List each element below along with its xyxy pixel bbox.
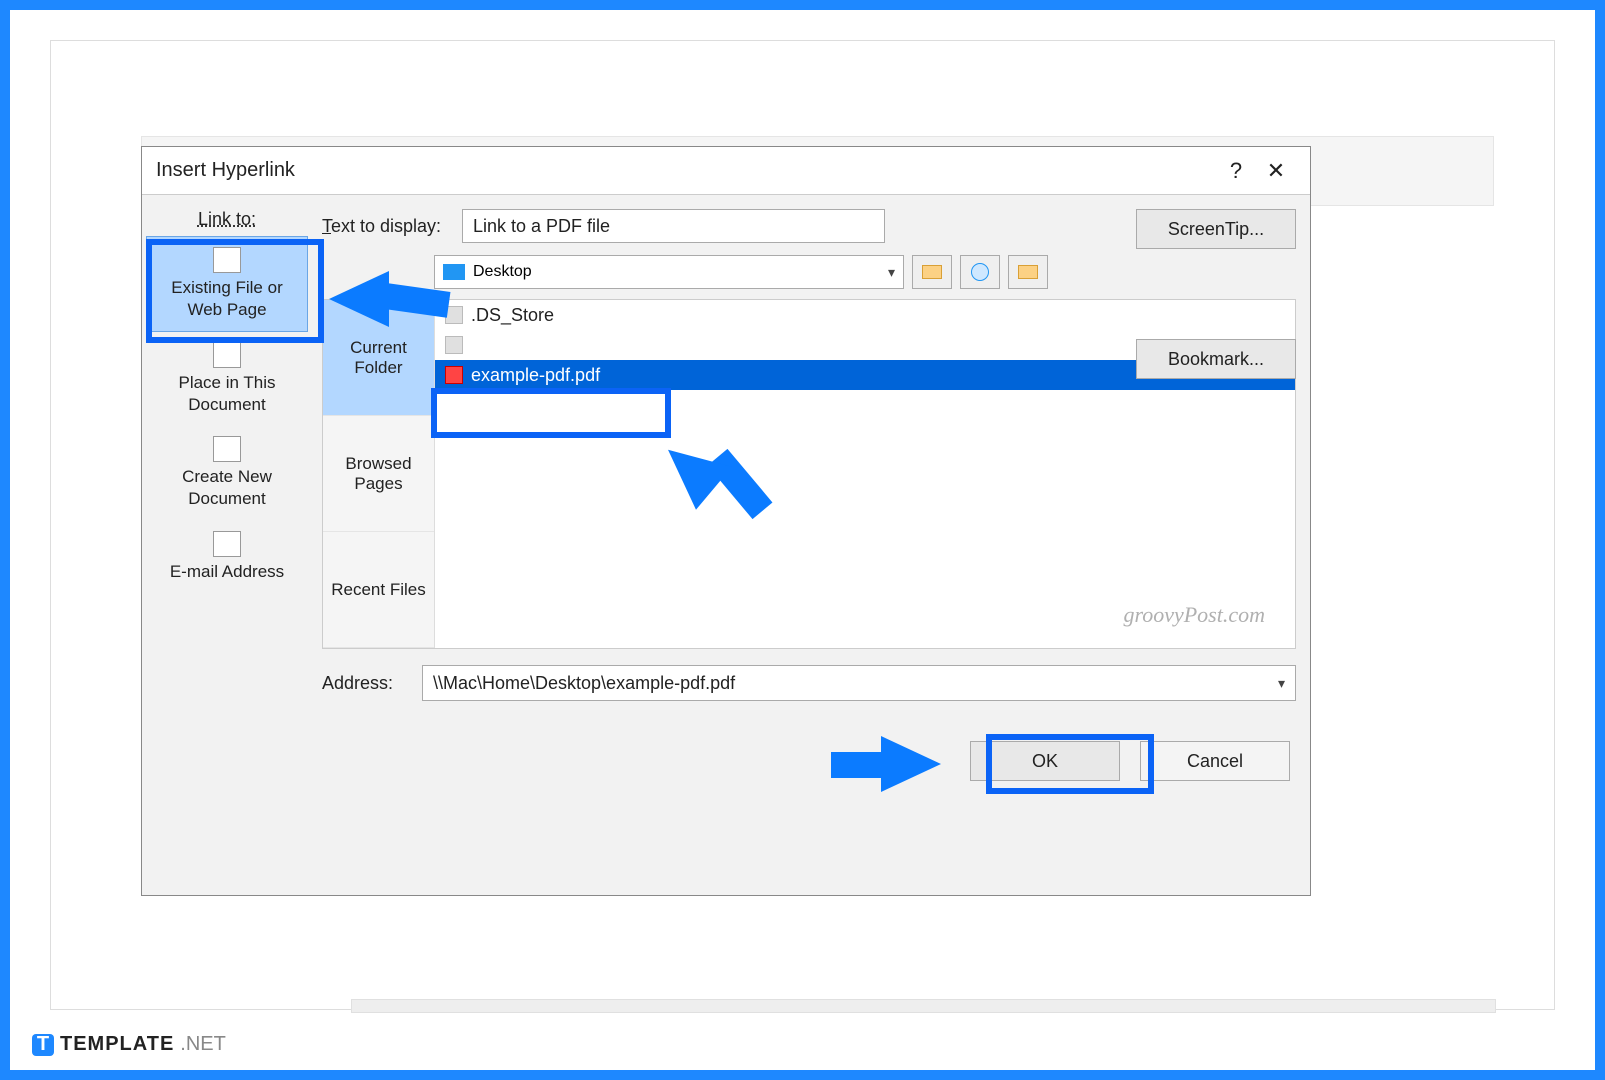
- dialog-titlebar: Insert Hyperlink ? ✕: [142, 147, 1310, 195]
- file-name-hidden: [471, 335, 476, 356]
- annotation-highlight-selected-file: [431, 388, 671, 438]
- dialog-title: Insert Hyperlink: [156, 159, 295, 182]
- lookin-select[interactable]: Desktop ▾: [434, 255, 904, 289]
- linkto-create-new-label: Create New Document: [182, 467, 272, 508]
- address-input[interactable]: \\Mac\Home\Desktop\example-pdf.pdf ▾: [422, 665, 1296, 701]
- address-label: Address:: [322, 673, 412, 694]
- browse-tabs: Current Folder Browsed Pages Recent File…: [323, 300, 435, 648]
- file-name: .DS_Store: [471, 305, 554, 326]
- chevron-down-icon: ▾: [888, 264, 895, 281]
- screentip-button[interactable]: ScreenTip...: [1136, 209, 1296, 249]
- close-button[interactable]: ✕: [1256, 158, 1296, 184]
- text-to-display-label: Text to display:: [322, 216, 452, 237]
- annotation-highlight-ok: [986, 734, 1154, 794]
- brand-name: TEMPLATE: [60, 1033, 174, 1056]
- folder-icon: [443, 264, 465, 280]
- help-button[interactable]: ?: [1216, 158, 1256, 184]
- folder-open-icon: [1018, 265, 1038, 279]
- linkto-place-in-doc[interactable]: Place in This Document: [146, 332, 308, 426]
- browse-file-button[interactable]: [1008, 255, 1048, 289]
- annotation-highlight-existing-file: [146, 239, 324, 343]
- brand-suffix: .NET: [180, 1033, 226, 1056]
- tab-browsed-pages[interactable]: Browsed Pages: [323, 416, 434, 532]
- globe-icon: [971, 263, 989, 281]
- up-folder-button[interactable]: [912, 255, 952, 289]
- linkto-email[interactable]: E-mail Address: [146, 521, 308, 593]
- tab-recent-files[interactable]: Recent Files: [323, 532, 434, 648]
- dialog-main: Text to display: Desktop ▾: [312, 195, 1310, 895]
- address-value: \\Mac\Home\Desktop\example-pdf.pdf: [433, 673, 735, 694]
- chevron-down-icon: ▾: [1278, 675, 1285, 692]
- new-doc-icon: [213, 436, 241, 462]
- pdf-icon: [445, 366, 463, 384]
- linkto-place-in-doc-label: Place in This Document: [178, 373, 275, 414]
- background-window-bottom: [351, 999, 1496, 1013]
- brand-logo: T TEMPLATE .NET: [32, 1033, 226, 1056]
- bookmark-icon: [213, 342, 241, 368]
- brand-icon: T: [32, 1034, 54, 1056]
- linkto-email-label: E-mail Address: [170, 562, 284, 581]
- lookin-value: Desktop: [473, 263, 532, 281]
- browse-web-button[interactable]: [960, 255, 1000, 289]
- text-to-display-input[interactable]: [462, 209, 885, 243]
- file-name: example-pdf.pdf: [471, 365, 600, 386]
- cancel-button[interactable]: Cancel: [1140, 741, 1290, 781]
- folder-up-icon: [922, 265, 942, 279]
- file-icon: [445, 336, 463, 354]
- link-to-label: Link to:: [146, 209, 308, 230]
- bookmark-button[interactable]: Bookmark...: [1136, 339, 1296, 379]
- tutorial-card: Insert Hyperlink ? ✕ Link to: Existing F…: [50, 40, 1555, 1010]
- watermark: groovyPost.com: [1123, 602, 1265, 628]
- linkto-create-new[interactable]: Create New Document: [146, 426, 308, 520]
- email-icon: [213, 531, 241, 557]
